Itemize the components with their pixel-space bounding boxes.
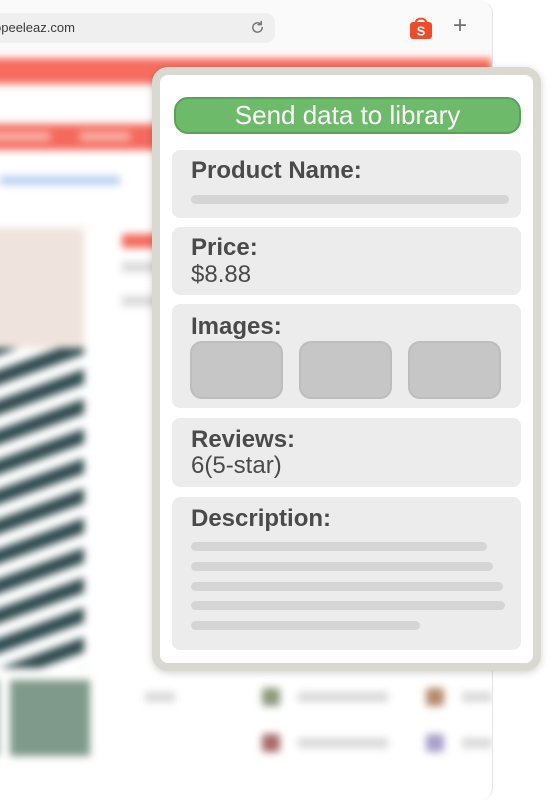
plus-icon[interactable]: +: [450, 14, 470, 38]
price-card: Price: $8.88: [172, 227, 521, 295]
shopping-bag-glyph: S: [417, 24, 426, 39]
reviews-value: 6(5-star): [191, 452, 282, 479]
product-thumbnail: [10, 680, 90, 756]
description-placeholder-line: [191, 621, 420, 630]
description-placeholder-line: [191, 601, 505, 610]
blurred-text: [462, 738, 492, 748]
reload-icon[interactable]: [250, 20, 265, 35]
breadcrumb: [0, 176, 120, 185]
product-name-label: Product Name:: [191, 157, 362, 184]
product-name-placeholder: [191, 195, 509, 204]
description-label: Description:: [191, 505, 332, 532]
blurred-text: [298, 692, 388, 702]
blurred-item-thumb: [426, 688, 444, 706]
blurred-text: [298, 738, 388, 748]
address-bar-url: opeeleaz.com: [0, 20, 75, 35]
address-bar[interactable]: opeeleaz.com: [0, 13, 275, 43]
image-slot[interactable]: [190, 341, 283, 399]
image-slot[interactable]: [408, 341, 501, 399]
blurred-text: [462, 692, 492, 702]
blurred-item-thumb: [262, 734, 280, 752]
browser-toolbar: opeeleaz.com S +: [0, 0, 492, 52]
product-hero-image-top: [0, 228, 84, 348]
price-value: $8.88: [191, 261, 252, 288]
send-to-library-button[interactable]: Send data to library: [174, 97, 521, 134]
product-capture-panel: Send data to library Product Name: Price…: [152, 67, 541, 671]
shopping-bag-icon[interactable]: S: [408, 16, 434, 40]
description-placeholder-line: [191, 542, 487, 551]
reviews-label: Reviews:: [191, 426, 296, 453]
description-card: Description:: [172, 497, 521, 650]
price-label: Price:: [191, 234, 258, 261]
description-placeholder-line: [191, 582, 503, 591]
images-card: Images:: [172, 304, 521, 408]
description-placeholder-line: [191, 562, 493, 571]
blurred-text: [145, 692, 175, 702]
blurred-item-thumb: [426, 734, 444, 752]
blurred-item-thumb: [262, 688, 280, 706]
image-slot[interactable]: [299, 341, 392, 399]
reviews-card: Reviews: 6(5-star): [172, 418, 521, 487]
product-name-card: Product Name:: [172, 150, 521, 218]
images-label: Images:: [191, 313, 282, 340]
